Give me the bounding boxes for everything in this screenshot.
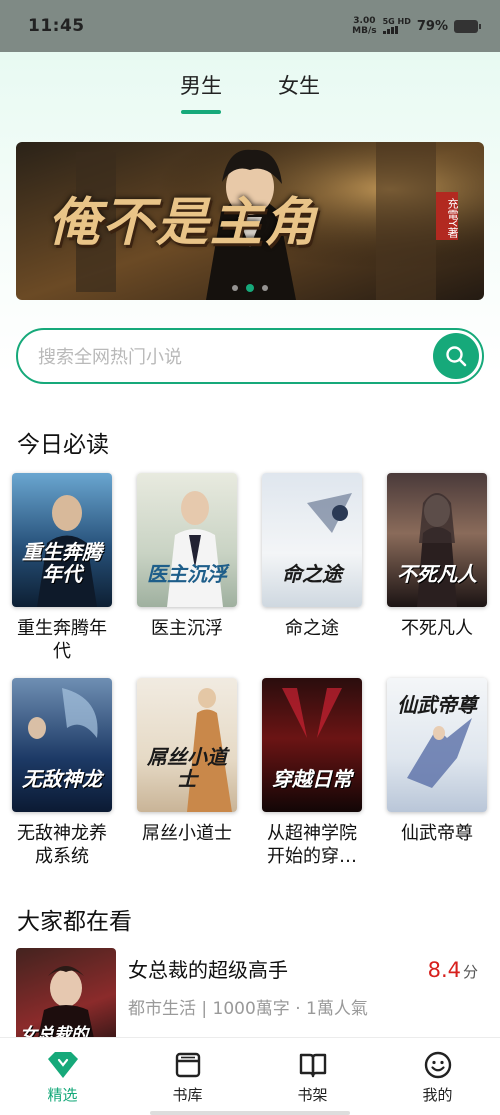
cover-illustration (167, 491, 223, 607)
nav-bookshelf[interactable]: 书架 (250, 1038, 375, 1115)
banner-pager (16, 284, 484, 292)
book-cover: 医主沉浮 (137, 473, 237, 607)
nav-label: 我的 (422, 1086, 453, 1104)
book-meta: 都市生活 | 1000萬字 · 1萬人氣 (128, 999, 368, 1019)
home-indicator[interactable] (150, 1111, 350, 1115)
nav-label: 精选 (47, 1086, 78, 1104)
book-cover: 命之途 (262, 473, 362, 607)
book-card[interactable]: 不死凡人 不死凡人 (381, 473, 493, 640)
book-cover: 穿越日常 (262, 678, 362, 812)
book-card[interactable]: 医主沉浮 医主沉浮 (131, 473, 243, 640)
book-cover-title: 医主沉浮 (147, 562, 227, 586)
pager-dot-active[interactable] (246, 284, 254, 292)
status-bar: 11:45 3.00 MB/s 5G HD 79% (0, 0, 500, 52)
network-speed: 3.00 MB/s (352, 16, 376, 36)
book-cover: 不死凡人 (387, 473, 487, 607)
network-speed-unit: MB/s (352, 26, 377, 36)
library-icon (174, 1050, 202, 1080)
book-title: 仙武帝尊 (401, 823, 473, 844)
bookshelf-icon (298, 1050, 328, 1080)
book-cover: 重生奔腾年代 (12, 473, 112, 607)
network-speed-value: 3.00 (353, 16, 376, 26)
book-cover-title: 屌丝小道士 (147, 745, 227, 791)
cover-illustration (307, 493, 352, 533)
signal-label: 5G HD (382, 17, 411, 26)
book-cover-title: 命之途 (282, 562, 342, 586)
book-card[interactable]: 无敌神龙 无敌神龙养成系统 (6, 678, 118, 868)
status-time: 11:45 (28, 16, 85, 36)
book-title: 从超神学院开始的穿越日常 (267, 823, 357, 867)
book-cover: 女总裁的 (16, 948, 116, 1048)
book-title: 无敌神龙养成系统 (17, 823, 107, 867)
book-cover-title: 穿越日常 (272, 767, 352, 791)
nav-featured[interactable]: 精选 (0, 1038, 125, 1115)
list-item[interactable]: 女总裁的 女总裁的超级高手 都市生活 | 1000萬字 · 1萬人氣 8.4 分 (16, 948, 484, 1048)
cover-illustration (282, 688, 342, 738)
cover-illustration (28, 688, 98, 739)
battery-icon (454, 19, 481, 33)
nav-label: 书架 (297, 1086, 328, 1104)
nav-profile[interactable]: 我的 (375, 1038, 500, 1115)
banner-title: 俺不是主角 (48, 193, 319, 253)
pager-dot[interactable] (262, 285, 268, 291)
profile-smile-icon (423, 1050, 453, 1080)
section-title-popular: 大家都在看 (17, 909, 132, 935)
book-card[interactable]: 穿越日常 从超神学院开始的穿越日常 (256, 678, 368, 868)
book-cover: 屌丝小道士 (137, 678, 237, 812)
book-title: 女总裁的超级高手 (128, 958, 288, 982)
section-title-today: 今日必读 (17, 432, 109, 458)
book-score: 8.4 分 (428, 958, 478, 982)
nav-label: 书库 (172, 1086, 203, 1104)
diamond-icon (46, 1050, 80, 1080)
signal-icon: 5G HD (382, 17, 411, 34)
book-title: 命之途 (285, 618, 339, 639)
book-cover-title: 不死凡人 (397, 562, 477, 586)
tab-female[interactable]: 女生 (278, 70, 320, 114)
header-area: 男生 女生 俺不是主角 充電Y著 搜索全网热门小说 (0, 52, 500, 384)
search-icon (446, 346, 467, 367)
book-cover-title: 重生奔腾年代 (22, 540, 102, 586)
cover-illustration (417, 493, 457, 607)
nav-library[interactable]: 书库 (125, 1038, 250, 1115)
search-input[interactable]: 搜索全网热门小说 (16, 328, 484, 384)
book-cover: 仙武帝尊 (387, 678, 487, 812)
status-indicators: 3.00 MB/s 5G HD 79% (352, 16, 481, 36)
book-card[interactable]: 仙武帝尊 仙武帝尊 (381, 678, 493, 845)
promo-banner[interactable]: 俺不是主角 充電Y著 (16, 142, 484, 300)
book-title: 医主沉浮 (151, 618, 223, 639)
book-card[interactable]: 屌丝小道士 屌丝小道士 (131, 678, 243, 845)
book-card[interactable]: 重生奔腾年代 重生奔腾年代 (6, 473, 118, 663)
book-title: 不死凡人 (401, 618, 473, 639)
battery-percent: 79% (416, 18, 448, 34)
search-placeholder: 搜索全网热门小说 (38, 347, 182, 368)
book-cover-title: 仙武帝尊 (397, 693, 477, 717)
book-title: 屌丝小道士 (142, 823, 232, 844)
score-value: 8.4 (427, 958, 461, 982)
pager-dot[interactable] (232, 285, 238, 291)
banner-author-tag: 充電Y著 (436, 192, 459, 240)
search-button[interactable] (433, 333, 479, 379)
tab-male[interactable]: 男生 (180, 70, 222, 114)
book-card[interactable]: 命之途 命之途 (256, 473, 368, 640)
book-cover: 无敌神龙 (12, 678, 112, 812)
book-title: 重生奔腾年代 (17, 618, 107, 662)
bottom-nav: 精选 书库 书架 我的 (0, 1037, 500, 1115)
book-cover-title: 无敌神龙 (22, 767, 102, 791)
gender-tabs: 男生 女生 (0, 70, 500, 114)
score-unit: 分 (462, 963, 478, 981)
